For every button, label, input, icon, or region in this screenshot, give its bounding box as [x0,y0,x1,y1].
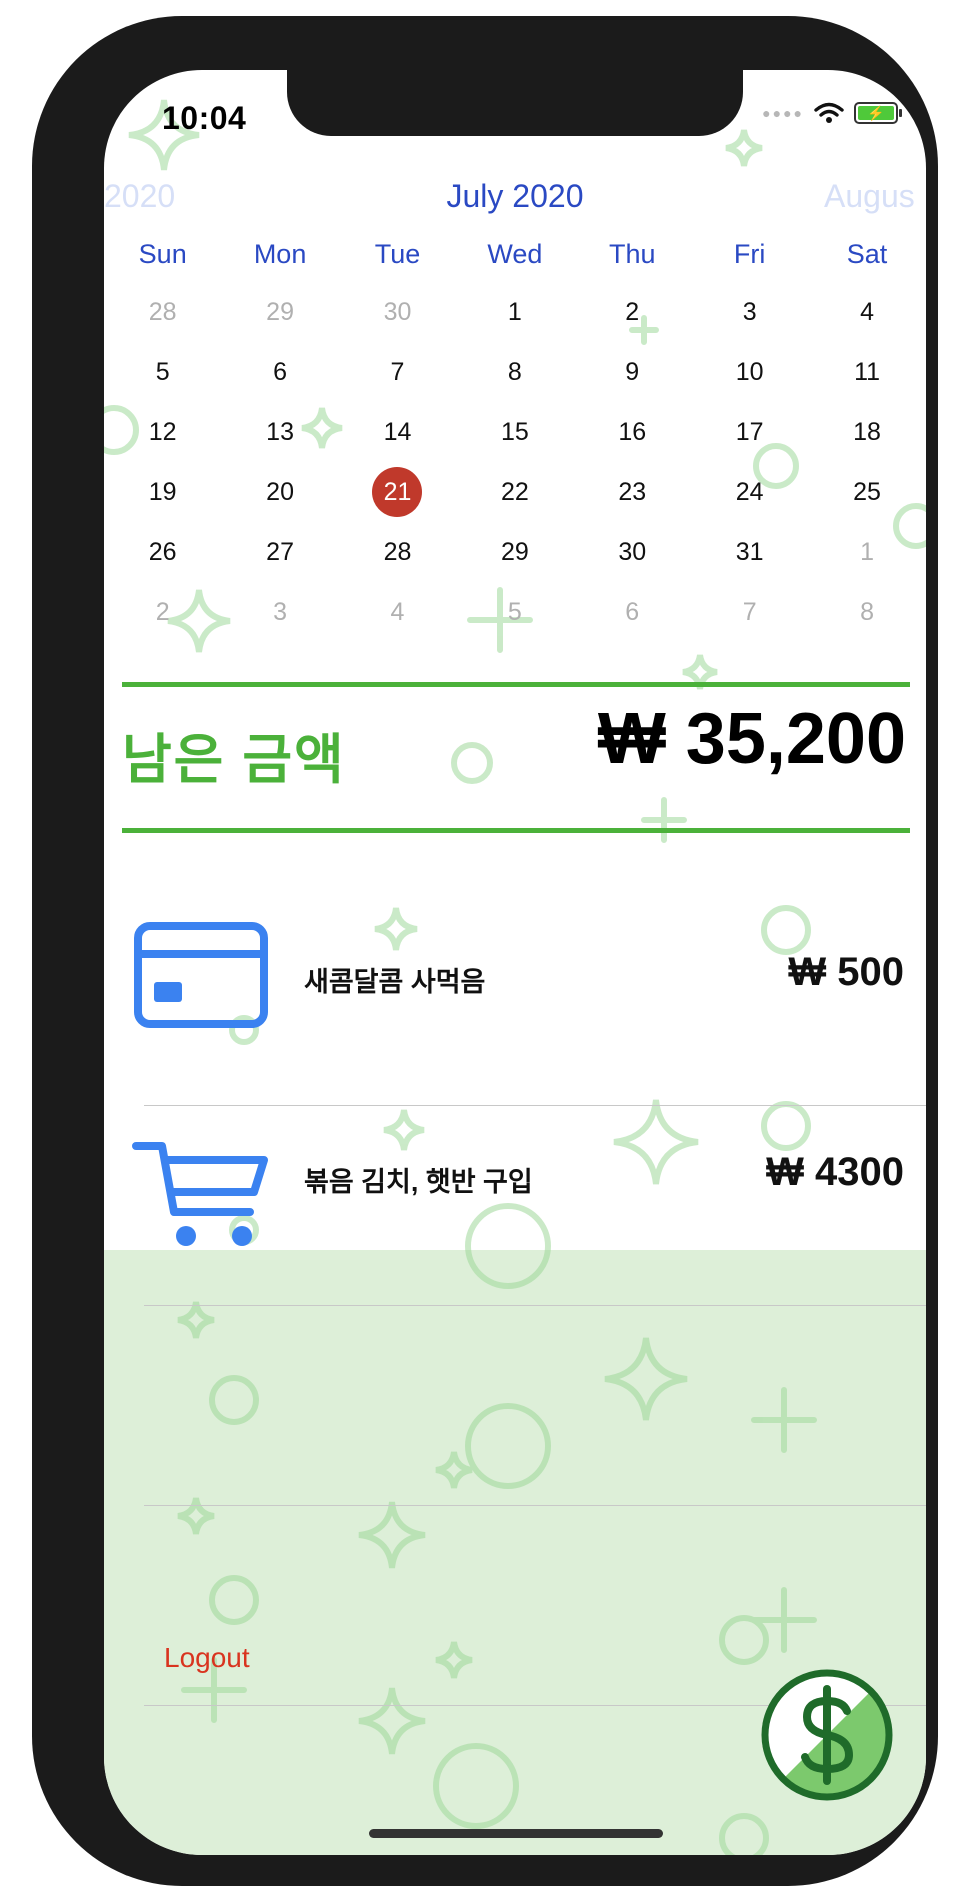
calendar-day[interactable]: 9 [574,346,691,398]
calendar-day[interactable]: 2 [104,586,221,638]
calendar-day[interactable]: 23 [574,466,691,518]
calendar-day[interactable]: 7 [691,586,808,638]
calendar-day[interactable]: 11 [808,346,925,398]
calendar-day[interactable]: 3 [691,286,808,338]
battery-icon: ⚡ [854,102,902,124]
calendar-day[interactable]: 1 [456,286,573,338]
calendar-week: 2 3 4 5 6 7 8 [104,582,926,642]
calendar-day-selected[interactable]: 21 [339,466,456,518]
weekday-label: Fri [733,239,766,269]
calendar-week: 26 27 28 29 30 31 1 [104,522,926,582]
calendar-day[interactable]: 18 [808,406,925,458]
calendar-day[interactable]: 28 [339,526,456,578]
status-icons: ●●●● ⚡ [762,102,902,124]
logout-button[interactable]: Logout [164,1642,250,1674]
calendar-day[interactable]: 5 [104,346,221,398]
weekday-label: Mon [253,239,307,269]
calendar-day[interactable]: 13 [221,406,338,458]
calendar-day[interactable]: 8 [808,586,925,638]
calendar-day[interactable]: 19 [104,466,221,518]
home-indicator [369,1829,663,1838]
wifi-icon [814,102,844,123]
calendar-day[interactable]: 28 [104,286,221,338]
calendar-day[interactable]: 20 [221,466,338,518]
balance-top-divider [122,682,910,687]
calendar-day[interactable]: 4 [339,586,456,638]
calendar-day[interactable]: 6 [221,346,338,398]
calendar-day[interactable]: 3 [221,586,338,638]
calendar-day[interactable]: 30 [339,286,456,338]
calendar-day[interactable]: 12 [104,406,221,458]
transaction-title: 볶음 김치, 햇반 구입 [304,1167,533,1197]
current-month-label: July 2020 [446,178,584,214]
calendar-day[interactable]: 30 [574,526,691,578]
calendar-week: 5 6 7 8 9 10 11 [104,342,926,402]
calendar-day[interactable]: 5 [456,586,573,638]
balance-label: 남은 금액 [122,730,346,790]
calendar-day[interactable]: 15 [456,406,573,458]
balance-amount: ₩ 35,200 [597,699,906,779]
weekday-label: Thu [608,239,656,269]
calendar-day[interactable]: 2 [574,286,691,338]
signal-icon: ●●●● [762,105,804,121]
transaction-row[interactable]: 볶음 김치, 햇반 구입 ₩ 4300 [104,1080,926,1280]
calendar-day[interactable]: 25 [808,466,925,518]
calendar-day[interactable]: 10 [691,346,808,398]
balance-bottom-divider [122,828,910,833]
transaction-amount: ₩ 500 [788,950,904,994]
calendar-day[interactable]: 26 [104,526,221,578]
weekday-label: Sat [846,239,888,269]
transaction-amount: ₩ 4300 [766,1150,904,1194]
calendar-day[interactable]: 22 [456,466,573,518]
calendar-day[interactable]: 4 [808,286,925,338]
month-header: 2020 July 2020 Augus [104,178,926,226]
next-month-label[interactable]: Augus [824,178,915,215]
app-screen: 10:04 ●●●● ⚡ 2020 July 2020 Augus Sun Mo… [104,70,926,1855]
credit-card-icon [134,922,268,1028]
calendar-day[interactable]: 29 [456,526,573,578]
weekday-header: Sun Mon Tue Wed Thu Fri Sat [104,234,926,274]
transaction-divider [144,1305,926,1306]
shopping-cart-icon [132,1142,268,1246]
transaction-title: 새콤달콤 사먹음 [304,967,486,997]
calendar-day[interactable]: 29 [221,286,338,338]
calendar-day[interactable]: 27 [221,526,338,578]
device-notch [287,70,743,136]
calendar-day[interactable]: 8 [456,346,573,398]
status-time: 10:04 [162,100,247,136]
add-expense-button[interactable] [759,1667,895,1803]
calendar-day[interactable]: 24 [691,466,808,518]
calendar-day[interactable]: 31 [691,526,808,578]
transaction-row[interactable]: 새콤달콤 사먹음 ₩ 500 [104,880,926,1080]
calendar-day[interactable]: 17 [691,406,808,458]
calendar-week: 12 13 14 15 16 17 18 [104,402,926,462]
calendar-day[interactable]: 14 [339,406,456,458]
calendar-day[interactable]: 7 [339,346,456,398]
empty-row-divider [144,1505,926,1506]
weekday-label: Tue [374,239,421,269]
calendar-day[interactable]: 1 [808,526,925,578]
phone-frame: 10:04 ●●●● ⚡ 2020 July 2020 Augus Sun Mo… [32,16,938,1886]
calendar-week: 28 29 30 1 2 3 4 [104,282,926,342]
calendar-day[interactable]: 6 [574,586,691,638]
calendar-grid: 28 29 30 1 2 3 4 5 6 7 8 9 10 11 12 13 1… [104,282,926,642]
calendar-day[interactable]: 16 [574,406,691,458]
weekday-label: Wed [487,239,543,269]
weekday-label: Sun [138,239,187,269]
calendar-week: 19 20 21 22 23 24 25 [104,462,926,522]
